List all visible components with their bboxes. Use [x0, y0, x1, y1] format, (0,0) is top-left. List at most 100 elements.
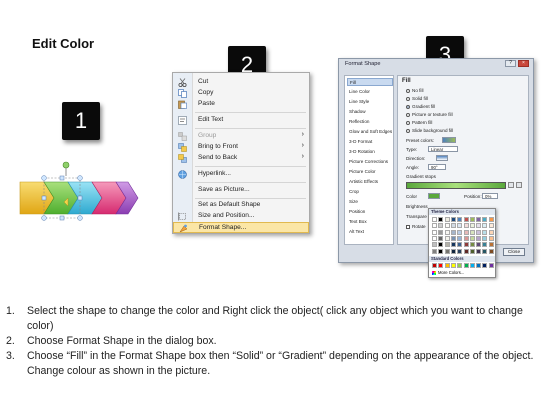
theme-color-swatch[interactable] [488, 229, 494, 235]
theme-color-swatch[interactable] [463, 235, 469, 241]
theme-color-swatch[interactable] [444, 248, 450, 254]
fill-option-gradient[interactable]: Gradient fill [406, 104, 435, 109]
menu-item-hyperlink[interactable]: Hyperlink... [173, 169, 309, 180]
category-3d-format[interactable]: 3-D Format [347, 138, 393, 146]
close-icon[interactable]: × [518, 60, 529, 67]
theme-color-swatch[interactable] [476, 223, 482, 229]
theme-color-swatch[interactable] [438, 248, 444, 254]
theme-color-swatch[interactable] [450, 223, 456, 229]
theme-color-swatch[interactable] [444, 235, 450, 241]
theme-color-swatch[interactable] [432, 235, 437, 241]
theme-color-swatch[interactable] [469, 242, 475, 248]
fill-option-no-fill[interactable]: No fill [406, 88, 424, 93]
standard-color-swatch[interactable] [482, 263, 488, 268]
standard-color-swatch[interactable] [469, 263, 475, 268]
standard-color-swatch[interactable] [432, 263, 437, 268]
standard-color-swatch[interactable] [444, 263, 450, 268]
rotate-checkbox[interactable]: Rotate [406, 224, 426, 229]
fill-option-solid[interactable]: Solid fill [406, 96, 428, 101]
theme-color-swatch[interactable] [488, 242, 494, 248]
stop-color-dropdown[interactable] [428, 193, 440, 199]
standard-color-swatch[interactable] [457, 263, 463, 268]
theme-color-swatch[interactable] [476, 235, 482, 241]
theme-color-swatch[interactable] [444, 229, 450, 235]
category-picture-corrections[interactable]: Picture Corrections [347, 158, 393, 166]
theme-color-swatch[interactable] [469, 229, 475, 235]
theme-color-swatch[interactable] [438, 229, 444, 235]
theme-color-swatch[interactable] [488, 223, 494, 229]
category-picture-color[interactable]: Picture Color [347, 168, 393, 176]
theme-color-swatch[interactable] [469, 223, 475, 229]
theme-color-swatch[interactable] [444, 217, 450, 222]
theme-color-swatch[interactable] [482, 229, 488, 235]
category-shadow[interactable]: Shadow [347, 108, 393, 116]
theme-color-swatch[interactable] [450, 217, 456, 222]
theme-color-swatch[interactable] [469, 217, 475, 222]
theme-color-swatch[interactable] [463, 248, 469, 254]
theme-color-swatch[interactable] [438, 223, 444, 229]
theme-color-swatch[interactable] [488, 235, 494, 241]
angle-input[interactable]: 90° [428, 164, 446, 170]
theme-color-swatch[interactable] [469, 235, 475, 241]
theme-color-swatch[interactable] [457, 235, 463, 241]
standard-color-swatch[interactable] [488, 263, 494, 268]
theme-color-swatch[interactable] [469, 248, 475, 254]
theme-color-swatch[interactable] [457, 242, 463, 248]
theme-color-swatch[interactable] [438, 235, 444, 241]
add-stop-icon[interactable] [508, 182, 514, 188]
fill-option-slide-background[interactable]: Slide background fill [406, 128, 453, 133]
standard-color-swatch[interactable] [476, 263, 482, 268]
menu-item-cut[interactable]: Cut [173, 77, 309, 88]
theme-color-swatch[interactable] [476, 242, 482, 248]
theme-color-swatch[interactable] [450, 229, 456, 235]
category-text-box[interactable]: Text Box [347, 218, 393, 226]
theme-color-swatch[interactable] [432, 217, 437, 222]
theme-color-swatch[interactable] [457, 229, 463, 235]
standard-color-swatch[interactable] [463, 263, 469, 268]
theme-color-swatch[interactable] [432, 242, 437, 248]
theme-color-swatch[interactable] [457, 223, 463, 229]
theme-color-swatch[interactable] [450, 235, 456, 241]
theme-color-swatch[interactable] [432, 223, 437, 229]
type-dropdown[interactable]: Linear [428, 146, 458, 152]
theme-color-swatch[interactable] [450, 248, 456, 254]
remove-stop-icon[interactable] [516, 182, 522, 188]
theme-color-swatch[interactable] [488, 248, 494, 254]
theme-color-swatch[interactable] [482, 223, 488, 229]
theme-color-swatch[interactable] [463, 229, 469, 235]
theme-color-swatch[interactable] [438, 242, 444, 248]
theme-color-swatch[interactable] [476, 229, 482, 235]
theme-color-swatch[interactable] [482, 242, 488, 248]
theme-color-swatch[interactable] [457, 217, 463, 222]
menu-item-paste[interactable]: Paste [173, 99, 309, 110]
help-icon[interactable]: ? [505, 60, 516, 67]
category-crop[interactable]: Crop [347, 188, 393, 196]
category-glow[interactable]: Glow and Soft Edges [347, 128, 393, 136]
menu-item-size-and-position[interactable]: Size and Position... [173, 211, 309, 222]
menu-item-bring-to-front[interactable]: Bring to Front › [173, 142, 309, 153]
category-size[interactable]: Size [347, 198, 393, 206]
menu-item-save-as-picture[interactable]: Save as Picture... [173, 185, 309, 196]
menu-item-copy[interactable]: Copy [173, 88, 309, 99]
preset-colors-dropdown[interactable] [442, 137, 456, 143]
gradient-stops-bar[interactable] [406, 182, 506, 189]
close-button[interactable]: Close [503, 248, 525, 256]
theme-color-swatch[interactable] [463, 242, 469, 248]
menu-item-group[interactable]: Group › [173, 131, 309, 142]
theme-color-swatch[interactable] [482, 235, 488, 241]
selected-arrow-shape[interactable] [14, 160, 144, 240]
category-3d-rotation[interactable]: 3-D Rotation [347, 148, 393, 156]
theme-color-swatch[interactable] [444, 223, 450, 229]
menu-item-format-shape[interactable]: Format Shape... [173, 222, 309, 233]
category-reflection[interactable]: Reflection [347, 118, 393, 126]
menu-item-set-default-shape[interactable]: Set as Default Shape [173, 200, 309, 211]
theme-color-swatch[interactable] [482, 217, 488, 222]
category-alt-text[interactable]: Alt Text [347, 228, 393, 236]
category-artistic-effects[interactable]: Artistic Effects [347, 178, 393, 186]
menu-item-edit-text[interactable]: Edit Text [173, 115, 309, 126]
position-input[interactable]: 0% [482, 193, 498, 199]
standard-color-swatch[interactable] [438, 263, 444, 268]
theme-color-swatch[interactable] [488, 217, 494, 222]
category-line-color[interactable]: Line Color [347, 88, 393, 96]
menu-item-send-to-back[interactable]: Send to Back › [173, 153, 309, 164]
